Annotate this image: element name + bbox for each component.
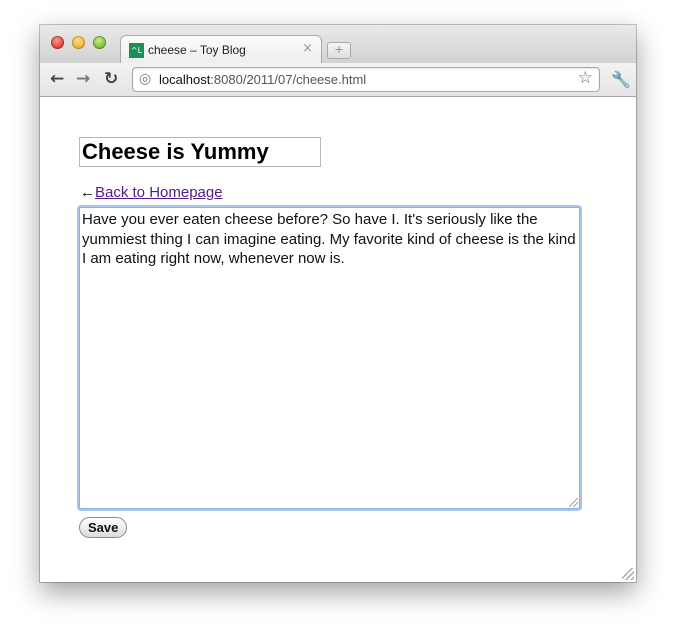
- browser-window: ^L cheese – Toy Blog × + ← → ↻ ◎ localho…: [40, 25, 636, 582]
- title-bar: ^L cheese – Toy Blog × +: [40, 25, 636, 65]
- url-path: :8080/2011/07/cheese.html: [210, 72, 367, 87]
- zoom-window-button[interactable]: [93, 36, 106, 49]
- globe-icon: ◎: [139, 71, 152, 87]
- back-nav: ←Back to Homepage: [80, 184, 223, 201]
- post-title-field[interactable]: [79, 137, 321, 167]
- post-body-textarea[interactable]: Have you ever eaten cheese before? So ha…: [79, 207, 580, 509]
- wrench-icon[interactable]: 🔧: [611, 70, 631, 89]
- bookmark-star-icon[interactable]: ☆: [578, 68, 593, 88]
- back-to-homepage-link[interactable]: Back to Homepage: [95, 184, 223, 201]
- save-button[interactable]: Save: [79, 517, 128, 538]
- back-icon[interactable]: ←: [50, 69, 64, 89]
- forward-icon[interactable]: →: [76, 69, 90, 89]
- window-resize-handle[interactable]: [622, 568, 634, 580]
- address-bar[interactable]: ◎ localhost:8080/2011/07/cheese.html ☆: [132, 67, 600, 92]
- close-window-button[interactable]: [51, 36, 64, 49]
- browser-tab[interactable]: ^L cheese – Toy Blog ×: [120, 35, 322, 65]
- tab-title: cheese – Toy Blog: [148, 43, 246, 57]
- minimize-window-button[interactable]: [72, 36, 85, 49]
- url-host: localhost: [159, 72, 211, 87]
- url-text[interactable]: localhost:8080/2011/07/cheese.html: [159, 72, 366, 87]
- tab-close-icon[interactable]: ×: [302, 41, 313, 56]
- textarea-resize-handle[interactable]: [569, 498, 578, 507]
- reload-icon[interactable]: ↻: [104, 69, 118, 89]
- browser-toolbar: ← → ↻ ◎ localhost:8080/2011/07/cheese.ht…: [40, 63, 636, 97]
- back-arrow-icon: ←: [80, 184, 95, 201]
- new-tab-button[interactable]: +: [327, 42, 351, 59]
- favicon-icon: ^L: [129, 43, 144, 58]
- page-content: ←Back to Homepage Have you ever eaten ch…: [40, 97, 636, 582]
